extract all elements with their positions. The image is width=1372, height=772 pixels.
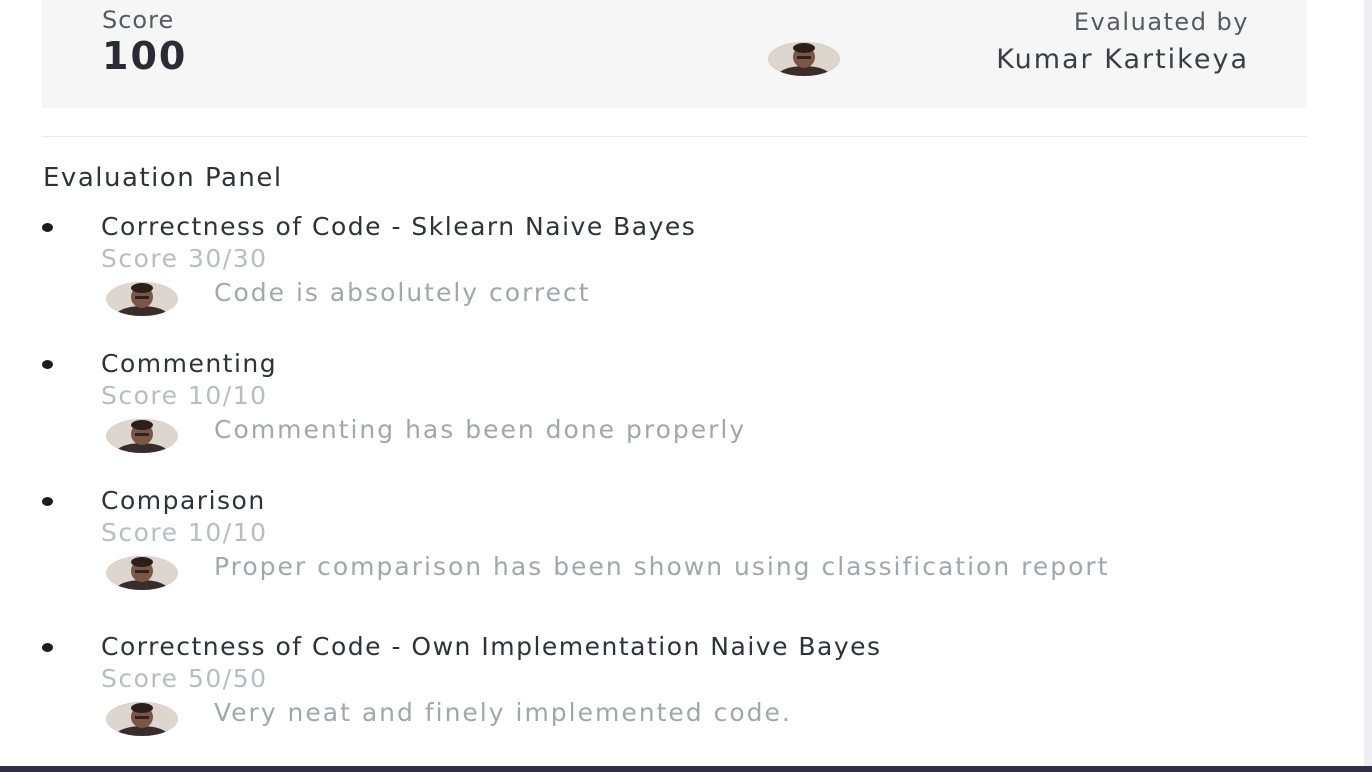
comment-text: Code is absolutely correct	[214, 278, 591, 307]
score-card: Score 100 Evaluated by Kumar Kartikeya	[42, 0, 1307, 108]
criterion-title: Correctness of Code - Own Implementation…	[101, 632, 882, 661]
evaluator-avatar	[768, 42, 840, 76]
commenter-avatar	[106, 556, 178, 590]
evaluated-by-label: Evaluated by	[1073, 8, 1249, 36]
criterion-title: Commenting	[101, 349, 278, 378]
bullet-icon	[42, 497, 53, 506]
panel-title: Evaluation Panel	[43, 163, 283, 193]
scrollbar-track[interactable]	[1364, 0, 1372, 766]
criterion-title: Comparison	[101, 486, 266, 515]
criterion-score: Score 10/10	[101, 381, 268, 410]
criterion-score: Score 50/50	[101, 664, 268, 693]
bullet-icon	[42, 643, 53, 652]
avatar-photo-icon	[768, 42, 840, 76]
bottom-bar	[0, 766, 1372, 772]
avatar-photo-icon	[106, 556, 178, 590]
score-value: 100	[102, 34, 188, 78]
avatar-photo-icon	[106, 282, 178, 316]
commenter-avatar	[106, 702, 178, 736]
criterion-score: Score 10/10	[101, 518, 268, 547]
bullet-icon	[42, 360, 53, 369]
section-divider	[42, 136, 1307, 137]
comment-text: Proper comparison has been shown using c…	[214, 552, 1110, 581]
comment-text: Commenting has been done properly	[214, 415, 747, 444]
bullet-icon	[42, 223, 53, 232]
avatar-photo-icon	[106, 419, 178, 453]
comment-text: Very neat and finely implemented code.	[214, 698, 792, 727]
criterion-title: Correctness of Code - Sklearn Naive Baye…	[101, 212, 697, 241]
criterion-score: Score 30/30	[101, 244, 268, 273]
evaluation-page: Score 100 Evaluated by Kumar Kartikeya E…	[0, 0, 1372, 772]
commenter-avatar	[106, 282, 178, 316]
evaluator-name[interactable]: Kumar Kartikeya	[996, 44, 1249, 75]
score-label: Score	[102, 6, 175, 34]
avatar-photo-icon	[106, 702, 178, 736]
commenter-avatar	[106, 419, 178, 453]
